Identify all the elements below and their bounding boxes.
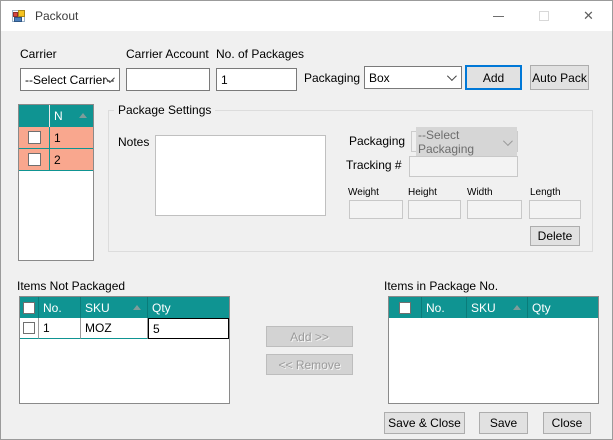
item-row-checkbox[interactable] — [23, 322, 35, 334]
chevron-down-icon — [447, 71, 457, 81]
height-input — [408, 200, 461, 219]
qty-column-header[interactable]: Qty — [148, 297, 229, 318]
packaging-selected-value: Box — [369, 71, 390, 85]
packaging-label: Packaging — [304, 71, 360, 85]
select-all-column-header[interactable] — [389, 297, 422, 318]
items-not-packaged-header: No. SKU Qty — [20, 297, 229, 318]
qty-column-header[interactable]: Qty — [528, 297, 598, 318]
carrier-label: Carrier — [20, 47, 57, 61]
packages-grid-header: N — [19, 105, 93, 127]
auto-pack-button[interactable]: Auto Pack — [530, 65, 589, 90]
minimize-button[interactable] — [476, 1, 521, 31]
tracking-input — [409, 156, 518, 177]
carrier-account-label: Carrier Account — [126, 47, 209, 61]
package-row-checkbox[interactable] — [28, 131, 41, 144]
carrier-account-input[interactable] — [126, 68, 210, 91]
window-title: Packout — [35, 9, 78, 23]
title-bar: Packout ✕ — [1, 1, 612, 31]
items-in-package-title: Items in Package No. — [384, 279, 498, 293]
close-icon: ✕ — [583, 8, 594, 24]
maximize-button — [521, 1, 566, 31]
item-no-cell[interactable]: 1 — [39, 318, 81, 339]
no-column-header[interactable]: No. — [39, 297, 81, 318]
select-all-column-header[interactable] — [20, 297, 39, 318]
packaging-select[interactable]: Box — [364, 66, 462, 89]
no-of-packages-label: No. of Packages — [216, 47, 304, 61]
length-label: Length — [530, 187, 561, 198]
remove-from-package-button: << Remove — [266, 354, 353, 375]
no-column-header[interactable]: No. — [422, 297, 467, 318]
weight-input — [349, 200, 403, 219]
package-row[interactable]: 1 — [19, 127, 93, 149]
packages-n-column-header[interactable]: N — [50, 105, 93, 127]
add-to-package-button: Add >> — [266, 326, 353, 347]
sort-ascending-icon — [133, 305, 141, 310]
tracking-label: Tracking # — [346, 158, 402, 172]
carrier-selected-value: --Select Carrier-- — [25, 73, 114, 87]
width-label: Width — [467, 187, 493, 198]
height-label: Height — [408, 187, 437, 198]
save-and-close-button[interactable]: Save & Close — [384, 412, 465, 434]
package-number-cell[interactable]: 2 — [50, 149, 93, 171]
length-input — [529, 200, 581, 219]
no-of-packages-input[interactable] — [216, 68, 297, 91]
sort-ascending-icon — [513, 305, 521, 310]
notes-textarea[interactable] — [155, 135, 326, 216]
item-row[interactable]: 1 MOZ 5 — [20, 318, 229, 339]
weight-label: Weight — [348, 187, 379, 198]
items-not-packaged-title: Items Not Packaged — [17, 279, 125, 293]
minimize-icon — [493, 16, 504, 17]
packages-grid: N 1 2 — [18, 104, 94, 261]
items-in-package-header: No. SKU Qty — [389, 297, 598, 318]
maximize-icon — [539, 11, 549, 21]
items-not-packaged-grid: No. SKU Qty 1 MOZ 5 — [19, 296, 230, 404]
sku-column-header[interactable]: SKU — [81, 297, 148, 318]
package-row[interactable]: 2 — [19, 149, 93, 171]
package-row-checkbox[interactable] — [28, 153, 41, 166]
carrier-select[interactable]: --Select Carrier-- — [20, 68, 120, 91]
width-input — [467, 200, 522, 219]
add-package-button[interactable]: Add — [465, 65, 522, 90]
item-qty-cell[interactable]: 5 — [148, 318, 229, 339]
close-form-button[interactable]: Close — [543, 412, 591, 434]
settings-packaging-value: --Select Packaging — [416, 127, 517, 157]
app-icon — [11, 8, 27, 24]
packout-window: Packout ✕ Carrier --Select Carrier-- Car… — [0, 0, 613, 440]
delete-button[interactable]: Delete — [530, 226, 580, 246]
item-sku-cell[interactable]: MOZ — [81, 318, 148, 339]
close-button[interactable]: ✕ — [566, 1, 611, 31]
sort-ascending-icon — [79, 113, 87, 118]
select-all-checkbox[interactable] — [23, 302, 35, 314]
package-number-cell[interactable]: 1 — [50, 127, 93, 149]
settings-packaging-select: --Select Packaging — [411, 131, 518, 152]
notes-label: Notes — [118, 135, 149, 149]
sku-column-header[interactable]: SKU — [467, 297, 528, 318]
save-button[interactable]: Save — [479, 412, 528, 434]
select-all-checkbox[interactable] — [399, 302, 411, 314]
packages-select-column-header[interactable] — [19, 105, 50, 127]
items-in-package-grid: No. SKU Qty — [388, 296, 599, 404]
package-settings-title: Package Settings — [114, 103, 215, 117]
settings-packaging-label: Packaging — [349, 134, 405, 148]
